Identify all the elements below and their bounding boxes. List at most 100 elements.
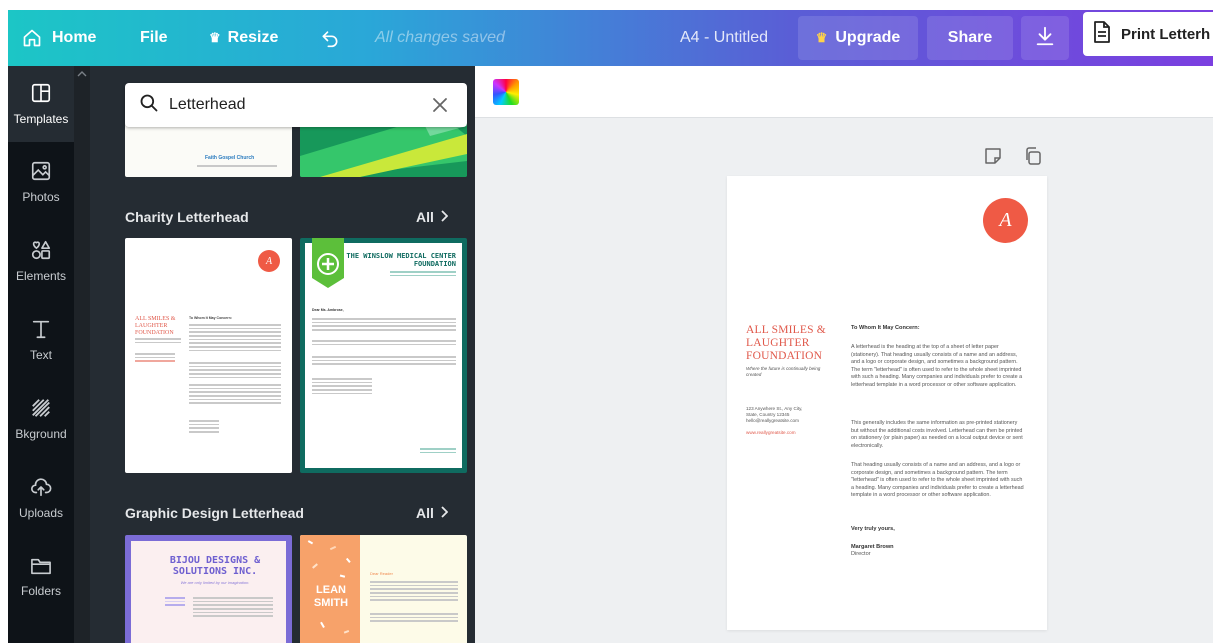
- photos-icon: [30, 160, 52, 185]
- duplicate-page-icon[interactable]: [1023, 146, 1043, 171]
- resize-label: Resize: [227, 29, 279, 46]
- graphic-design-see-all-link[interactable]: All: [416, 505, 449, 521]
- search-input[interactable]: [169, 96, 419, 114]
- thumb-bijou-org: BIJOU DESIGNS & SOLUTIONS INC.: [169, 555, 261, 577]
- thumb-greeting: To Whom It May Concern:: [189, 316, 232, 320]
- text-icon: [30, 318, 52, 343]
- undo-icon: [319, 28, 341, 48]
- upgrade-label: Upgrade: [835, 29, 901, 46]
- download-button[interactable]: [1021, 16, 1069, 60]
- elements-icon: [29, 239, 53, 264]
- save-status: All changes saved: [375, 10, 505, 66]
- nav-uploads-label: Uploads: [18, 506, 64, 520]
- thumb-winslow-greeting: Dear Ms. Ambrose,: [312, 308, 344, 312]
- nav-elements[interactable]: Elements: [8, 223, 74, 299]
- templates-panel: Faith Gospel Church Charity Letterhead A…: [74, 66, 475, 643]
- panel-scrollbar-track[interactable]: [74, 66, 90, 643]
- search-icon: [139, 93, 159, 118]
- print-button[interactable]: Print Letterh: [1083, 12, 1213, 56]
- upload-cloud-icon: [29, 476, 53, 501]
- document-paragraph-1[interactable]: A letterhead is the heading at the top o…: [851, 344, 1026, 389]
- template-thumb-lean-smith[interactable]: LEAN SMITH Dear Reader: [300, 535, 467, 643]
- medical-shield-badge-icon: [312, 238, 344, 288]
- top-bar: Home File ♛ Resize All changes saved A4 …: [8, 10, 1213, 66]
- graphic-all-label: All: [416, 505, 434, 521]
- download-icon: [1034, 25, 1056, 52]
- thumb-bijou-side: [165, 597, 185, 608]
- crown-icon: ♛: [815, 30, 828, 45]
- thumb-lean-greeting: Dear Reader: [370, 571, 393, 576]
- document-page[interactable]: A ALL SMILES & LAUGHTER FOUNDATION Where…: [727, 176, 1047, 630]
- nav-templates[interactable]: Templates: [8, 66, 74, 142]
- charity-see-all-link[interactable]: All: [416, 209, 449, 225]
- document-logo[interactable]: A: [983, 198, 1028, 243]
- print-document-icon: [1093, 21, 1111, 47]
- template-thumb-winslow[interactable]: THE WINSLOW MEDICAL CENTER FOUNDATION De…: [300, 238, 467, 473]
- template-thumb-bijou[interactable]: BIJOU DESIGNS & SOLUTIONS INC. We are on…: [125, 535, 292, 643]
- document-paragraph-3[interactable]: That heading usually consists of a name …: [851, 462, 1026, 500]
- save-status-text: All changes saved: [375, 29, 505, 46]
- file-label: File: [140, 29, 168, 46]
- document-tagline[interactable]: Where the future is continually being cr…: [746, 366, 822, 378]
- scroll-up-arrow-icon[interactable]: [77, 70, 87, 80]
- document-email[interactable]: hello@reallygreatsite.com: [746, 418, 826, 424]
- crown-icon: ♛: [209, 30, 221, 45]
- upgrade-button[interactable]: ♛ Upgrade: [798, 16, 918, 60]
- document-title[interactable]: A4 - Untitled: [680, 10, 768, 66]
- nav-folders[interactable]: Folders: [8, 539, 74, 615]
- share-label: Share: [947, 29, 993, 46]
- thumb-winslow-sign: [312, 378, 372, 396]
- thumb-contact-lines: [135, 353, 175, 364]
- canva-editor: Home File ♛ Resize All changes saved A4 …: [0, 0, 1213, 643]
- document-greeting[interactable]: To Whom It May Concern:: [851, 325, 920, 331]
- document-title-text: A4 - Untitled: [680, 29, 769, 46]
- nav-photos[interactable]: Photos: [8, 144, 74, 220]
- thumb-body-lines-2: [189, 362, 281, 380]
- document-org-name[interactable]: ALL SMILES & LAUGHTER FOUNDATION: [746, 324, 836, 363]
- document-website[interactable]: www.reallygreatsite.com: [746, 430, 826, 436]
- thumb-winslow-lines-1: [312, 318, 456, 333]
- section-title-charity: Charity Letterhead: [125, 209, 249, 225]
- template-thumb-all-smiles[interactable]: A ALL SMILES & LAUGHTER FOUNDATION To Wh…: [125, 238, 292, 473]
- chevron-right-icon: [440, 505, 449, 521]
- thumb-bijou-lines: [193, 597, 273, 619]
- clear-search-icon[interactable]: [431, 96, 449, 119]
- thumb-lean-lines-1: [370, 581, 458, 603]
- document-paragraph-2[interactable]: This generally includes the same informa…: [851, 420, 1026, 450]
- document-closing[interactable]: Very truly yours,: [851, 526, 895, 532]
- undo-button[interactable]: [319, 10, 341, 66]
- charity-all-label: All: [416, 209, 434, 225]
- search-bar: [125, 83, 467, 127]
- top-strip: [0, 0, 1213, 10]
- background-color-picker[interactable]: [493, 79, 519, 105]
- thumb-body-lines-3: [189, 384, 281, 406]
- print-label: Print Letterh: [1121, 25, 1211, 43]
- nav-uploads[interactable]: Uploads: [8, 460, 74, 536]
- thumb-church-title: Faith Gospel Church: [205, 155, 255, 161]
- folder-icon: [29, 556, 53, 579]
- document-signer-title[interactable]: Director: [851, 551, 871, 557]
- thumb-bijou-tagline: We are only limited by our imagination.: [180, 580, 250, 585]
- thumb-church-lines: [197, 165, 277, 169]
- thumb-org-name: ALL SMILES & LAUGHTER FOUNDATION: [135, 316, 176, 336]
- nav-text[interactable]: Text: [8, 302, 74, 378]
- thumb-winslow-org: THE WINSLOW MEDICAL CENTER FOUNDATION: [346, 252, 456, 268]
- document-signer-name[interactable]: Margaret Brown: [851, 544, 894, 550]
- nav-text-label: Text: [29, 348, 52, 362]
- editor-canvas-area: A ALL SMILES & LAUGHTER FOUNDATION Where…: [475, 66, 1213, 643]
- document-logo-letter: A: [999, 209, 1012, 231]
- page-note-icon[interactable]: [983, 146, 1003, 171]
- nav-background[interactable]: Bkground: [8, 381, 74, 457]
- section-title-graphic-design: Graphic Design Letterhead: [125, 505, 304, 521]
- templates-icon: [30, 82, 52, 107]
- thumb-lean-lines-2: [370, 613, 458, 624]
- home-button[interactable]: Home: [22, 10, 96, 66]
- thumb-body-lines-1: [189, 324, 281, 354]
- nav-photos-label: Photos: [22, 190, 60, 204]
- resize-button[interactable]: ♛ Resize: [209, 10, 278, 66]
- share-button[interactable]: Share: [927, 16, 1013, 60]
- editor-toolbar: [475, 66, 1213, 118]
- thumb-winslow-sub: [390, 271, 456, 278]
- thumb-logo-circle: A: [258, 250, 280, 272]
- file-menu[interactable]: File: [140, 10, 168, 66]
